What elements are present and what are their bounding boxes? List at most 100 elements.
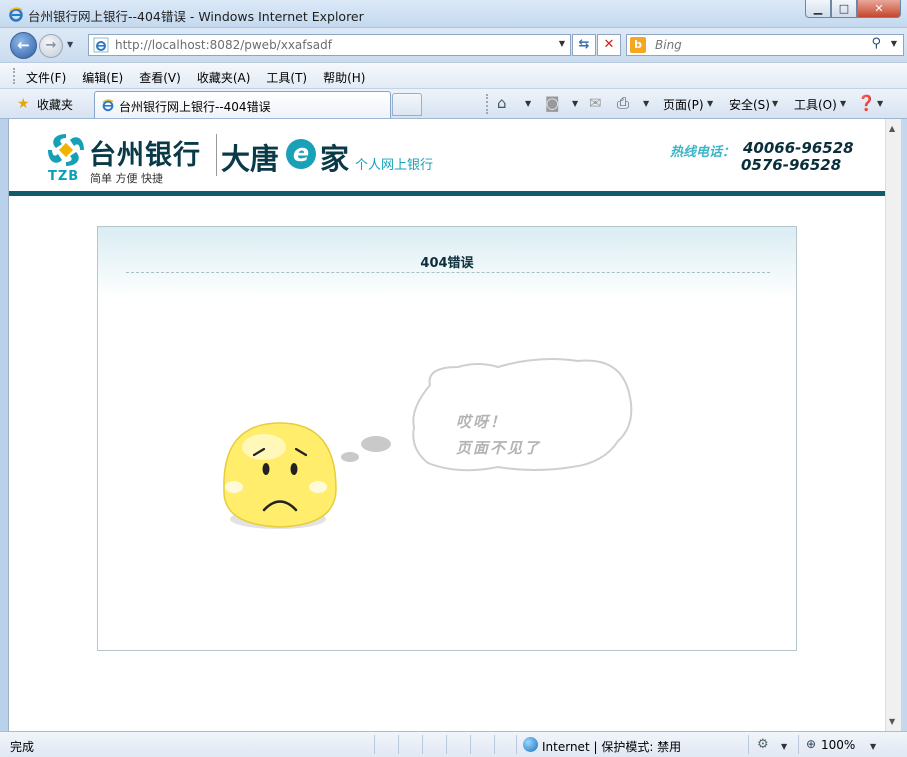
sad-face-illustration bbox=[223, 358, 633, 529]
new-tab-button[interactable] bbox=[392, 93, 422, 116]
feed-dropdown-icon[interactable]: ▼ bbox=[572, 99, 578, 108]
tab-current[interactable]: 台州银行网上银行--404错误 bbox=[94, 91, 391, 118]
menu-file[interactable]: 文件(F) bbox=[26, 69, 66, 86]
rss-feed-icon[interactable]: ◙ bbox=[545, 94, 560, 112]
thought-bubble-large bbox=[361, 436, 391, 452]
maximize-button[interactable]: □ bbox=[831, 0, 857, 18]
minimize-button[interactable]: ▁ bbox=[805, 0, 831, 18]
history-dropdown-icon[interactable]: ▼ bbox=[67, 40, 73, 49]
header-band bbox=[9, 191, 885, 196]
ie-logo-icon bbox=[9, 7, 23, 22]
safety-menu[interactable]: 安全(S) bbox=[729, 96, 770, 113]
address-dropdown-icon[interactable]: ▼ bbox=[559, 39, 565, 48]
popup-blocker-icon[interactable]: ⚙ bbox=[757, 737, 769, 752]
read-mail-icon[interactable]: ✉ bbox=[589, 94, 602, 112]
command-bar: ★ 收藏夹 台州银行网上银行--404错误 ⌂ ▼ ◙ ▼ ✉ ⎙ ▼ 页面(P… bbox=[0, 88, 907, 119]
thought-bubble-small bbox=[341, 452, 359, 462]
status-divider bbox=[470, 735, 471, 754]
hotline-number-2: 0576-96528 bbox=[741, 156, 842, 174]
print-dropdown-icon[interactable]: ▼ bbox=[643, 99, 649, 108]
refresh-button[interactable]: ⇆ bbox=[572, 34, 596, 56]
menu-view[interactable]: 查看(V) bbox=[139, 69, 181, 86]
page-viewport: 台州银行 TZB 简单 方便 快捷 大唐 e 家 个人网上银行 热线电话： 40… bbox=[8, 119, 885, 731]
vertical-scrollbar[interactable]: ▲ ▼ bbox=[885, 119, 901, 731]
help-dropdown-icon[interactable]: ▼ bbox=[877, 99, 883, 108]
header-divider bbox=[216, 134, 217, 176]
bing-icon: b bbox=[630, 37, 646, 53]
tools-menu[interactable]: 工具(O) bbox=[794, 96, 837, 113]
tab-title: 台州银行网上银行--404错误 bbox=[119, 100, 271, 114]
status-divider bbox=[374, 735, 375, 754]
ie-page-icon bbox=[93, 37, 109, 53]
back-button[interactable]: ← bbox=[10, 32, 37, 59]
menu-bar: 文件(F) 编辑(E) 查看(V) 收藏夹(A) 工具(T) 帮助(H) bbox=[0, 62, 907, 88]
forward-button[interactable]: → bbox=[39, 34, 63, 58]
title-bar: 台州银行网上银行--404错误 - Windows Internet Explo… bbox=[0, 0, 907, 28]
status-divider bbox=[422, 735, 423, 754]
menu-favorites[interactable]: 收藏夹(A) bbox=[197, 69, 251, 86]
home-icon[interactable]: ⌂ bbox=[497, 94, 507, 112]
menu-edit[interactable]: 编辑(E) bbox=[82, 69, 123, 86]
safety-menu-dropdown-icon[interactable]: ▼ bbox=[772, 99, 778, 108]
left-cheek bbox=[225, 481, 243, 493]
help-icon[interactable]: ❓ bbox=[857, 94, 876, 112]
toolbar-grip bbox=[13, 68, 16, 84]
right-eye bbox=[290, 463, 298, 475]
search-input[interactable]: b Bing ⚲ ▼ bbox=[626, 34, 904, 56]
bank-abbr: TZB bbox=[48, 169, 80, 184]
favorites-star-icon[interactable]: ★ bbox=[17, 96, 30, 112]
page-menu-dropdown-icon[interactable]: ▼ bbox=[707, 99, 713, 108]
hotline-number-1: 40066-96528 bbox=[743, 139, 854, 157]
status-divider bbox=[748, 735, 749, 754]
close-button[interactable]: ✕ bbox=[857, 0, 901, 18]
brand-datang: 大唐 bbox=[221, 142, 280, 176]
error-panel: 404错误 哎呀！ 页面不见了 bbox=[97, 226, 797, 651]
window-title: 台州银行网上银行--404错误 - Windows Internet Explo… bbox=[28, 9, 364, 24]
scroll-up-icon[interactable]: ▲ bbox=[889, 124, 895, 133]
bank-header: 台州银行 TZB 简单 方便 快捷 大唐 e 家 个人网上银行 热线电话： 40… bbox=[9, 119, 885, 191]
status-divider bbox=[446, 735, 447, 754]
popup-dropdown-icon[interactable]: ▼ bbox=[781, 742, 787, 751]
url-text: http://localhost:8082/pweb/xxafsadf bbox=[115, 38, 332, 52]
print-icon[interactable]: ⎙ bbox=[617, 94, 629, 112]
home-dropdown-icon[interactable]: ▼ bbox=[525, 99, 531, 108]
security-zone[interactable]: Internet | 保护模式: 禁用 bbox=[542, 738, 681, 755]
status-divider bbox=[494, 735, 495, 754]
status-bar: 完成 Internet | 保护模式: 禁用 ⚙ ▼ ⊕ 100% ▼ bbox=[0, 731, 907, 757]
scroll-down-icon[interactable]: ▼ bbox=[889, 717, 895, 726]
tools-menu-dropdown-icon[interactable]: ▼ bbox=[840, 99, 846, 108]
face-highlight bbox=[242, 434, 286, 460]
right-cheek bbox=[309, 481, 327, 493]
search-icon[interactable]: ⚲ bbox=[871, 36, 881, 51]
zoom-icon[interactable]: ⊕ bbox=[806, 737, 816, 751]
netbank-label: 个人网上银行 bbox=[355, 158, 434, 173]
brand-jia: 家 bbox=[320, 142, 350, 176]
menu-tools[interactable]: 工具(T) bbox=[266, 69, 307, 86]
brand-e-logo: e bbox=[286, 139, 316, 169]
ie-page-icon bbox=[102, 99, 114, 112]
hotline-label: 热线电话： bbox=[670, 145, 736, 160]
status-divider bbox=[798, 735, 799, 754]
internet-globe-icon bbox=[523, 737, 538, 752]
search-dropdown-icon[interactable]: ▼ bbox=[891, 39, 897, 48]
bank-slogan: 简单 方便 快捷 bbox=[90, 172, 163, 185]
zoom-dropdown-icon[interactable]: ▼ bbox=[870, 742, 876, 751]
menu-help[interactable]: 帮助(H) bbox=[323, 69, 365, 86]
cloud-text-oops: 哎呀！ bbox=[456, 413, 508, 431]
status-divider bbox=[398, 735, 399, 754]
status-divider bbox=[516, 735, 517, 754]
address-row: ← → ▼ http://localhost:8082/pweb/xxafsad… bbox=[0, 28, 907, 62]
address-field[interactable]: http://localhost:8082/pweb/xxafsadf ▼ bbox=[88, 34, 571, 56]
status-text: 完成 bbox=[10, 740, 35, 754]
bank-name: 台州银行 bbox=[89, 140, 201, 171]
page-menu[interactable]: 页面(P) bbox=[663, 96, 704, 113]
bank-logo-icon bbox=[48, 134, 84, 166]
window-frame-right bbox=[901, 119, 907, 731]
zoom-level[interactable]: 100% bbox=[821, 738, 855, 752]
command-separator bbox=[486, 94, 488, 114]
left-eye bbox=[262, 463, 270, 475]
search-placeholder: Bing bbox=[655, 38, 682, 52]
favorites-button[interactable]: 收藏夹 bbox=[37, 96, 73, 113]
stop-button[interactable]: ✕ bbox=[597, 34, 621, 56]
cloud-text-page-missing: 页面不见了 bbox=[456, 439, 542, 457]
